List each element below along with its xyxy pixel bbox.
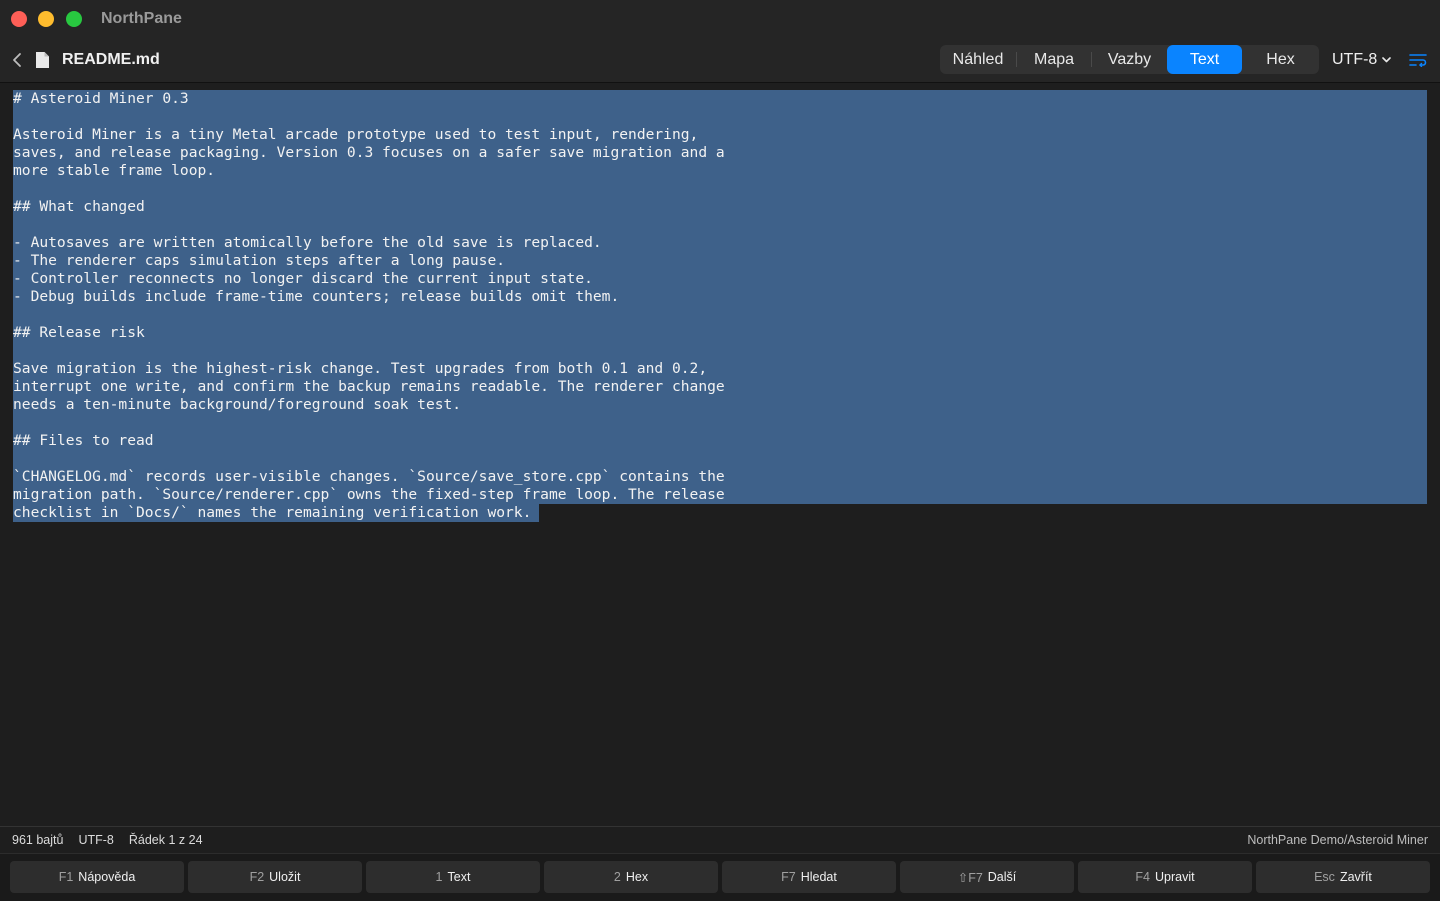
text-viewer[interactable]: # Asteroid Miner 0.3 Asteroid Miner is a … [0,83,1440,826]
key-hint: 1 [435,870,443,884]
tab-vazby[interactable]: Vazby [1092,45,1167,74]
chevron-left-icon[interactable] [10,52,24,68]
help-button[interactable]: F1 Nápověda [10,861,184,893]
key-label: Upravit [1155,870,1195,884]
text-line: ## Files to read [13,432,154,449]
tab-text[interactable]: Text [1167,45,1242,74]
status-bar: 961 bajtů UTF-8 Řádek 1 z 24 NorthPane D… [0,826,1440,853]
function-key-bar: F1 Nápověda F2 Uložit 1 Text 2 Hex F7 Hledat … [0,853,1440,901]
key-label: Uložit [269,870,301,884]
find-next-button[interactable]: ⇧F7 Další [900,861,1074,893]
text-line: ## What changed [13,198,145,215]
tab-label: Mapa [1033,50,1075,68]
chevron-down-icon [1382,57,1392,63]
key-hint: Esc [1314,870,1335,884]
key-hint: F4 [1135,870,1150,884]
key-label: Hledat [800,870,837,884]
key-label: Další [987,870,1017,884]
status-encoding: UTF-8 [78,833,114,847]
tab-mapa[interactable]: Mapa [1017,45,1091,74]
text-line: needs a ten-minute background/foreground… [13,396,462,413]
text-line: Asteroid Miner is a tiny Metal arcade pr… [13,126,699,143]
key-label: Nápověda [78,870,136,884]
key-label: Text [447,870,471,884]
text-line: interrupt one write, and confirm the bac… [13,378,725,395]
text-line: more stable frame loop. [13,162,216,179]
text-line: saves, and release packaging. Version 0.… [13,144,725,161]
file-path: NorthPane Demo/Asteroid Miner [1247,833,1428,847]
file-name: README.md [62,51,160,68]
encoding-value: UTF-8 [1332,51,1378,68]
key-label: Hex [625,870,649,884]
text-line: checklist in `Docs/` names the remaining… [13,504,532,521]
title-bar: NorthPane [0,0,1440,38]
line-position: Řádek 1 z 24 [128,833,203,847]
key-hint: 2 [613,870,621,884]
tab-label: Text [1189,50,1220,68]
text-line [13,342,725,360]
document-icon [35,51,50,69]
text-line: # Asteroid Miner 0.3 [13,90,189,107]
tab-hex[interactable]: Hex [1242,45,1319,74]
find-button[interactable]: F7 Hledat [722,861,896,893]
key-hint: F2 [249,870,265,884]
app-title: NorthPane [101,10,182,27]
edit-button[interactable]: F4 Upravit [1078,861,1252,893]
text-line [13,108,725,126]
encoding-select[interactable]: UTF-8 [1332,51,1392,69]
view-mode-switcher: Náhled Mapa Vazby Text Hex [940,45,1319,74]
document-text[interactable]: # Asteroid Miner 0.3 Asteroid Miner is a … [13,90,725,522]
tab-label: Vazby [1107,50,1152,68]
text-line [13,306,725,324]
tab-label: Hex [1266,50,1295,68]
text-line [13,216,725,234]
text-line: migration path. `Source/renderer.cpp` ow… [13,486,725,503]
key-hint: F7 [781,870,796,884]
text-line [13,414,725,432]
close-window-button[interactable] [11,11,27,27]
text-line [13,180,725,198]
key-label: Zavřít [1339,870,1372,884]
text-line: - Controller reconnects no longer discar… [13,270,593,287]
tab-label: Náhled [952,50,1004,68]
text-line: - The renderer caps simulation steps aft… [13,252,506,269]
save-button[interactable]: F2 Uložit [188,861,362,893]
toolbar: README.md Náhled Mapa Vazby Text Hex UTF… [0,38,1440,83]
text-line: ## Release risk [13,324,145,341]
text-line: `CHANGELOG.md` records user-visible chan… [13,468,725,485]
text-line: Save migration is the highest-risk chang… [13,360,708,377]
key-hint: F1 [58,870,74,884]
file-size: 961 bajtů [12,833,64,847]
key-hint: ⇧F7 [957,870,983,885]
tab-nahled[interactable]: Náhled [940,45,1016,74]
hex-mode-button[interactable]: 2 Hex [544,861,718,893]
text-line: - Autosaves are written atomically befor… [13,234,602,251]
minimize-window-button[interactable] [38,11,54,27]
close-button[interactable]: Esc Zavřít [1256,861,1430,893]
text-line: - Debug builds include frame-time counte… [13,288,620,305]
line-wrap-icon[interactable] [1409,53,1427,68]
text-line [13,450,725,468]
maximize-window-button[interactable] [66,11,82,27]
text-mode-button[interactable]: 1 Text [366,861,540,893]
